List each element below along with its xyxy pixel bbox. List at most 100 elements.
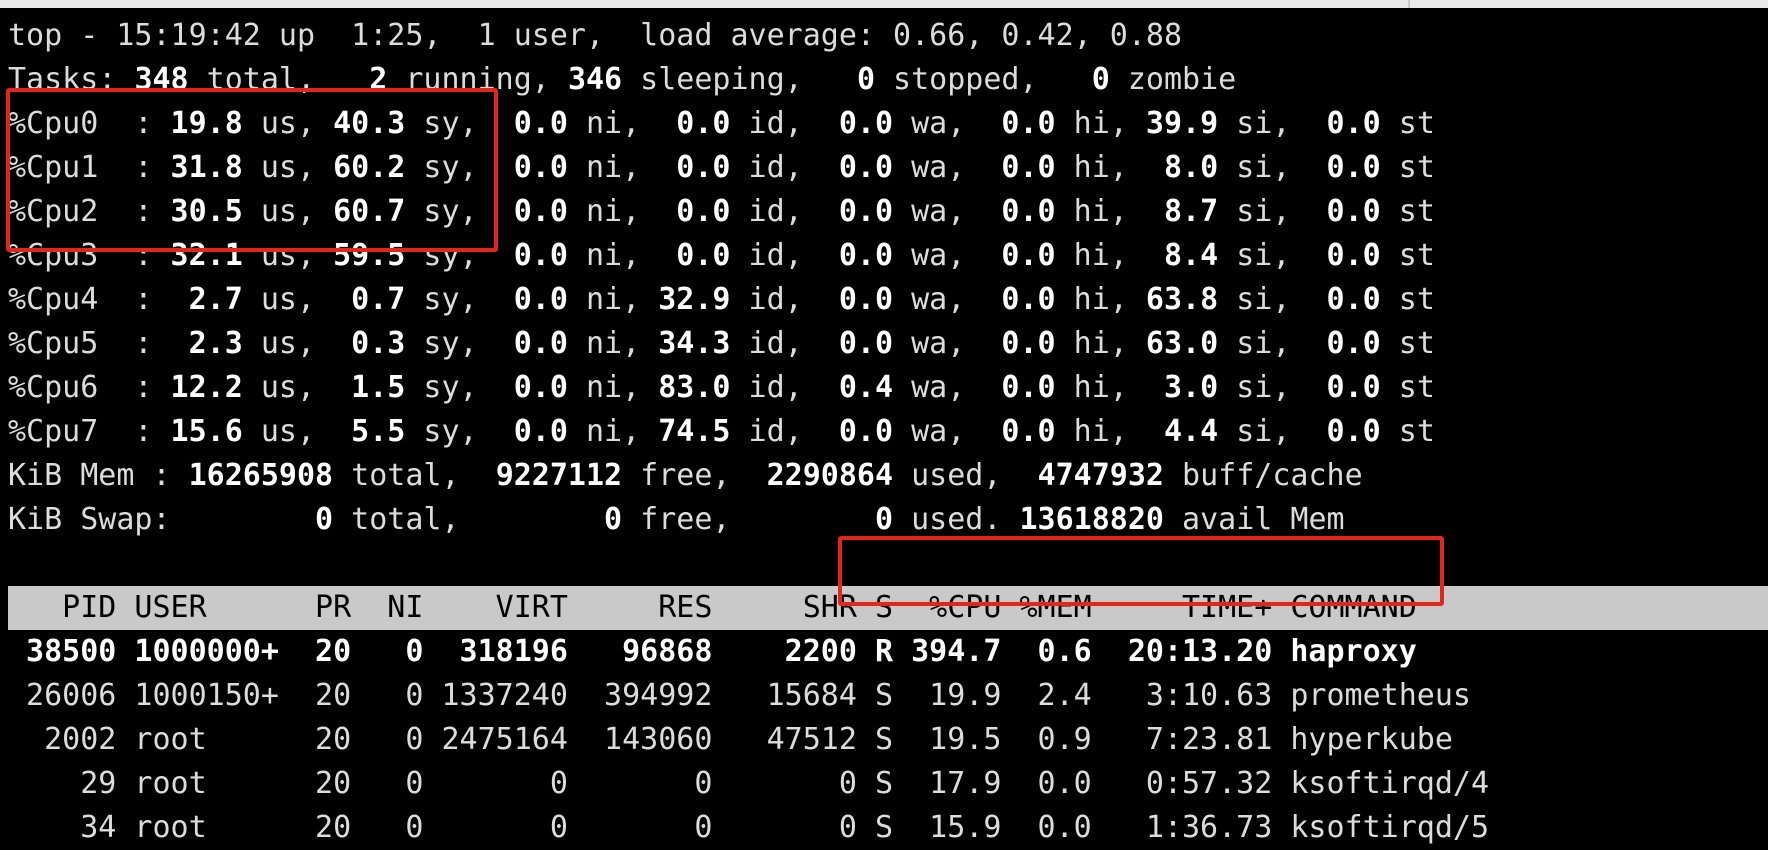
cpu-lines: %Cpu0 : 19.8 us, 40.3 sy, 0.0 ni, 0.0 id… bbox=[8, 102, 1435, 454]
table-row: 26006 1000150+ 20 0 1337240 394992 15684… bbox=[8, 678, 1471, 713]
cpu-sy-value: 1.5 bbox=[315, 370, 406, 405]
cpu-line: %Cpu7 : 15.6 us, 5.5 sy, 0.0 ni, 74.5 id… bbox=[8, 410, 1435, 454]
cpu-us-value: 2.7 bbox=[152, 282, 243, 317]
cpu-ni-value: 0.0 bbox=[477, 282, 568, 317]
cpu-ni-label: ni, bbox=[567, 414, 641, 449]
cpu-sy-label: sy, bbox=[405, 282, 478, 317]
cpu-sy-value: 5.5 bbox=[315, 414, 406, 449]
cpu-hi-label: hi, bbox=[1055, 194, 1128, 229]
cpu-wa-label: wa, bbox=[893, 414, 966, 449]
cpu-st-value: 0.0 bbox=[1290, 150, 1381, 185]
cpu-st-value: 0.0 bbox=[1290, 238, 1381, 273]
cpu-st-value: 0.0 bbox=[1290, 370, 1381, 405]
mem-line: KiB Mem : 16265908 total, 9227112 free, … bbox=[8, 454, 1435, 498]
cpu-sy-label: sy, bbox=[405, 194, 478, 229]
cpu-ni-value: 0.0 bbox=[477, 414, 568, 449]
cpu-line: %Cpu4 : 2.7 us, 0.7 sy, 0.0 ni, 32.9 id,… bbox=[8, 278, 1435, 322]
cpu-sy-label: sy, bbox=[405, 150, 478, 185]
cpu-hi-value: 0.0 bbox=[965, 238, 1056, 273]
cpu-us-value: 31.8 bbox=[152, 150, 243, 185]
swap-label: total, bbox=[333, 502, 605, 537]
cpu-si-value: 8.0 bbox=[1127, 150, 1219, 185]
cpu-st-label: st bbox=[1380, 194, 1435, 229]
cpu-ni-label: ni, bbox=[567, 194, 641, 229]
swap-label: KiB Swap: bbox=[8, 502, 316, 537]
cpu-us-value: 12.2 bbox=[152, 370, 243, 405]
cpu-hi-label: hi, bbox=[1055, 106, 1128, 141]
swap-value: 13618820 bbox=[1019, 502, 1164, 537]
mem-label: free, bbox=[622, 458, 767, 493]
cpu-si-label: si, bbox=[1218, 238, 1291, 273]
cpu-id-label: id, bbox=[730, 194, 803, 229]
cpu-ni-value: 0.0 bbox=[477, 194, 568, 229]
table-row: 29 root 20 0 0 0 0 S 17.9 0.0 0:57.32 ks… bbox=[8, 766, 1490, 801]
swap-label: used. bbox=[893, 502, 1020, 537]
swap-line: KiB Swap: 0 total, 0 free, 0 used. 13618… bbox=[8, 498, 1435, 542]
top-summary: top - 15:19:42 up 1:25, 1 user, load ave… bbox=[8, 14, 1435, 542]
cpu-wa-label: wa, bbox=[893, 282, 966, 317]
tasks-label: running, bbox=[387, 62, 568, 97]
cpu-si-value: 8.4 bbox=[1127, 238, 1219, 273]
cpu-label: %Cpu3 : bbox=[8, 238, 153, 273]
cpu-sy-value: 60.7 bbox=[315, 194, 406, 229]
tasks-label: Tasks: bbox=[8, 62, 135, 97]
cpu-us-label: us, bbox=[242, 106, 316, 141]
cpu-si-value: 39.9 bbox=[1127, 106, 1219, 141]
cpu-label: %Cpu5 : bbox=[8, 326, 153, 361]
cpu-sy-label: sy, bbox=[405, 414, 478, 449]
cpu-wa-value: 0.4 bbox=[802, 370, 894, 405]
cpu-st-label: st bbox=[1380, 414, 1435, 449]
mem-value: 9227112 bbox=[495, 458, 623, 493]
cpu-id-value: 0.0 bbox=[640, 150, 731, 185]
tasks-label: stopped, bbox=[875, 62, 1092, 97]
cpu-wa-label: wa, bbox=[893, 106, 966, 141]
cpu-wa-value: 0.0 bbox=[802, 414, 894, 449]
cpu-id-value: 32.9 bbox=[640, 282, 731, 317]
cpu-ni-label: ni, bbox=[567, 150, 641, 185]
cpu-st-value: 0.0 bbox=[1290, 414, 1381, 449]
cpu-ni-label: ni, bbox=[567, 326, 641, 361]
cpu-ni-value: 0.0 bbox=[477, 150, 568, 185]
cpu-ni-label: ni, bbox=[567, 370, 641, 405]
cpu-st-label: st bbox=[1380, 370, 1435, 405]
cpu-us-label: us, bbox=[242, 326, 316, 361]
cpu-us-label: us, bbox=[242, 414, 316, 449]
cpu-si-value: 8.7 bbox=[1127, 194, 1219, 229]
cpu-si-value: 63.0 bbox=[1127, 326, 1219, 361]
cpu-line: %Cpu2 : 30.5 us, 60.7 sy, 0.0 ni, 0.0 id… bbox=[8, 190, 1435, 234]
cpu-ni-value: 0.0 bbox=[477, 370, 568, 405]
cpu-wa-label: wa, bbox=[893, 326, 966, 361]
uptime-line: top - 15:19:42 up 1:25, 1 user, load ave… bbox=[8, 18, 1182, 53]
swap-label: free, bbox=[622, 502, 875, 537]
mem-label: KiB Mem : bbox=[8, 458, 189, 493]
cpu-st-value: 0.0 bbox=[1290, 106, 1381, 141]
cpu-ni-label: ni, bbox=[567, 106, 641, 141]
mem-label: total, bbox=[333, 458, 496, 493]
cpu-sy-value: 40.3 bbox=[315, 106, 406, 141]
cpu-line: %Cpu1 : 31.8 us, 60.2 sy, 0.0 ni, 0.0 id… bbox=[8, 146, 1435, 190]
cpu-hi-label: hi, bbox=[1055, 238, 1128, 273]
cpu-sy-value: 60.2 bbox=[315, 150, 406, 185]
cpu-label: %Cpu6 : bbox=[8, 370, 153, 405]
cpu-line: %Cpu3 : 32.1 us, 59.5 sy, 0.0 ni, 0.0 id… bbox=[8, 234, 1435, 278]
tasks-label: total, bbox=[188, 62, 370, 97]
cpu-si-value: 3.0 bbox=[1127, 370, 1219, 405]
cpu-id-label: id, bbox=[730, 370, 803, 405]
cpu-id-label: id, bbox=[730, 106, 803, 141]
cpu-us-value: 32.1 bbox=[152, 238, 243, 273]
cpu-id-label: id, bbox=[730, 326, 803, 361]
cpu-us-label: us, bbox=[242, 150, 316, 185]
cpu-st-label: st bbox=[1380, 326, 1435, 361]
cpu-st-label: st bbox=[1380, 238, 1435, 273]
swap-label: avail Mem bbox=[1163, 502, 1345, 537]
cpu-sy-label: sy, bbox=[405, 370, 478, 405]
cpu-hi-value: 0.0 bbox=[965, 326, 1056, 361]
mem-value: 4747932 bbox=[1037, 458, 1164, 493]
cpu-us-value: 30.5 bbox=[152, 194, 243, 229]
swap-value: 0 bbox=[604, 502, 623, 537]
cpu-hi-label: hi, bbox=[1055, 370, 1128, 405]
cpu-id-value: 0.0 bbox=[640, 194, 731, 229]
cpu-ni-label: ni, bbox=[567, 238, 641, 273]
cpu-wa-label: wa, bbox=[893, 370, 966, 405]
tasks-value: 348 bbox=[134, 62, 189, 97]
